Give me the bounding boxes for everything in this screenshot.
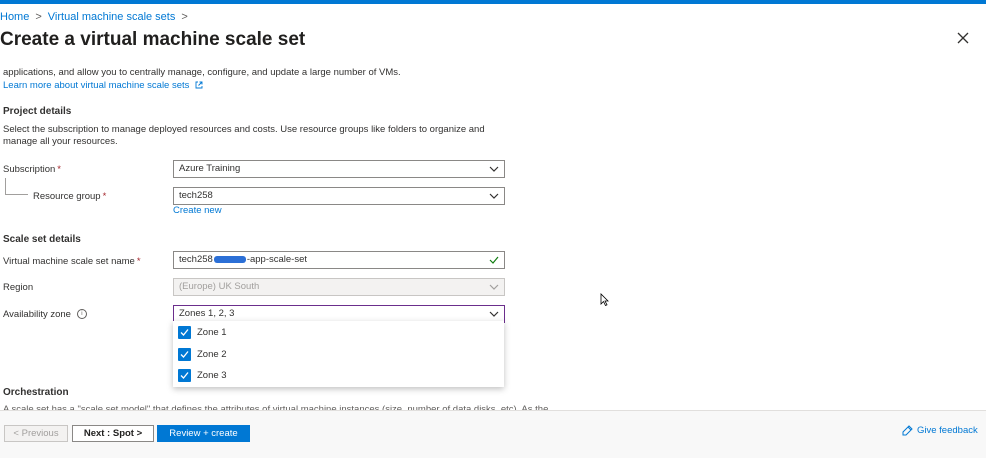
footer-bar: < Previous Next : Spot > Review + create… [0,410,986,458]
region-select: (Europe) UK South [173,278,505,296]
zone-option-label: Zone 1 [197,327,227,338]
region-value: (Europe) UK South [179,281,260,292]
scale-set-name-input[interactable]: tech258 -app-scale-set [173,251,505,269]
scale-set-details-heading: Scale set details [3,234,81,245]
orchestration-heading: Orchestration [3,387,69,398]
intro-text: applications, and allow you to centrally… [3,67,401,78]
project-details-heading: Project details [3,106,72,117]
chevron-down-icon [489,193,499,199]
zone-option-label: Zone 2 [197,349,227,360]
resource-group-label: Resource group * [33,191,106,202]
tree-connector [5,178,28,195]
next-spot-button[interactable]: Next : Spot > [72,425,154,442]
zone-option-label: Zone 3 [197,370,227,381]
previous-button: < Previous [4,425,68,442]
review-create-button[interactable]: Review + create [157,425,250,442]
give-feedback-label: Give feedback [917,425,978,437]
resource-group-select[interactable]: tech258 [173,187,505,205]
learn-more-link[interactable]: Learn more about virtual machine scale s… [3,80,203,91]
resource-group-value: tech258 [179,190,213,201]
required-marker: * [102,191,107,202]
close-icon [957,32,969,44]
breadcrumb: Home > Virtual machine scale sets > [0,11,194,23]
scale-set-name-prefix: tech258 [179,254,213,265]
scale-set-name-value: tech258 -app-scale-set [179,252,307,268]
info-icon[interactable]: i [76,309,87,320]
chevron-down-icon [489,311,499,317]
subscription-label-text: Subscription [3,164,56,175]
availability-zone-label: Availability zone i [3,309,87,320]
redaction-mark [213,255,246,263]
zone-option[interactable]: Zone 3 [178,368,498,384]
external-link-icon [195,82,203,89]
chevron-right-icon: > [35,11,42,23]
availability-zone-label-text: Availability zone [3,309,71,320]
more-options-button[interactable]: ··· [258,31,274,46]
required-marker: * [57,164,61,175]
chevron-down-icon [489,284,499,290]
create-new-resource-group-link[interactable]: Create new [173,205,222,216]
scale-set-name-suffix: -app-scale-set [246,254,308,265]
checkmark-icon [180,372,189,379]
checkbox-checked[interactable] [178,326,191,339]
valid-check-icon [489,256,499,264]
scale-set-name-label: Virtual machine scale set name * [3,256,141,267]
availability-zone-value: Zones 1, 2, 3 [179,308,235,319]
subscription-label: Subscription * [3,164,61,175]
chevron-right-icon: > [181,11,188,23]
project-description: Select the subscription to manage deploy… [3,124,485,147]
breadcrumb-vmss[interactable]: Virtual machine scale sets [48,11,176,23]
subscription-value: Azure Training [179,163,241,174]
subscription-select[interactable]: Azure Training [173,160,505,178]
mouse-cursor-icon [600,293,609,306]
zone-option[interactable]: Zone 2 [178,347,498,363]
checkmark-icon [180,329,189,336]
availability-zone-dropdown: Zone 1 Zone 2 Zone 3 [173,321,504,387]
checkmark-icon [180,351,189,358]
resource-group-label-text: Resource group [33,191,101,202]
zone-option[interactable]: Zone 1 [178,325,498,341]
checkbox-checked[interactable] [178,348,191,361]
learn-more-label: Learn more about virtual machine scale s… [3,80,190,91]
region-label: Region [3,282,34,293]
breadcrumb-home[interactable]: Home [0,11,29,23]
give-feedback-link[interactable]: Give feedback [902,425,978,436]
feedback-icon [902,425,913,436]
top-accent-bar [0,0,986,4]
required-marker: * [136,256,141,267]
chevron-down-icon [489,166,499,172]
checkbox-checked[interactable] [178,369,191,382]
close-button[interactable] [955,30,971,46]
scale-set-name-label-text: Virtual machine scale set name [3,256,135,267]
